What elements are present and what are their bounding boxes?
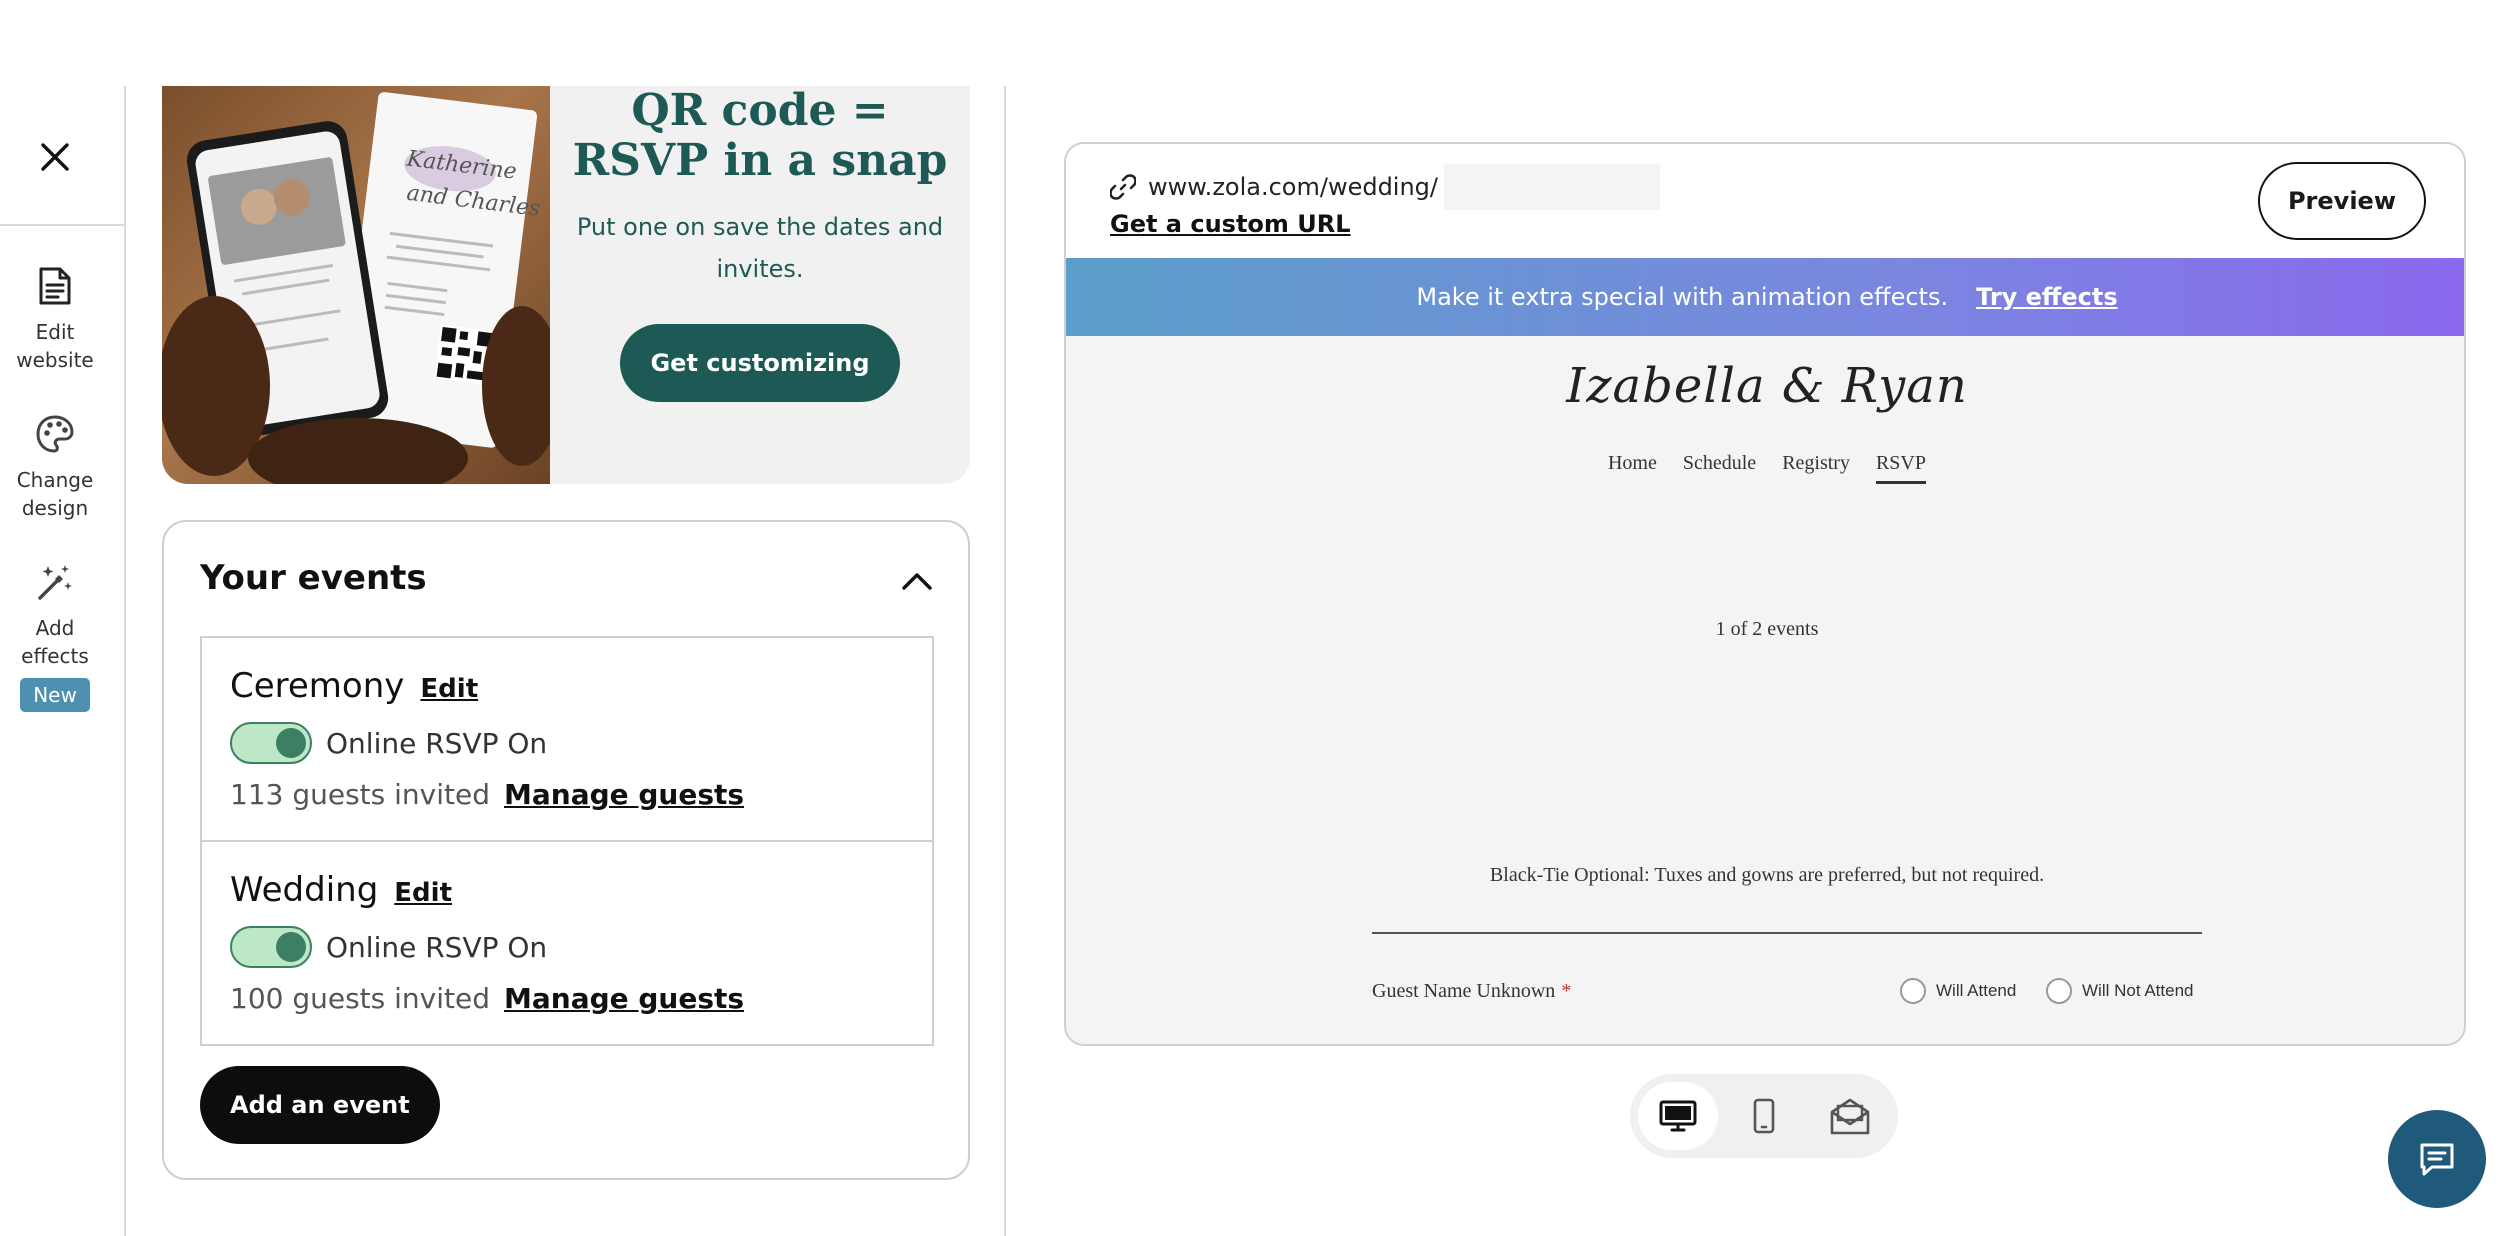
radio-label: Will Not Attend: [2082, 981, 2194, 1000]
dress-code: Black-Tie Optional: Tuxes and gowns are …: [1489, 864, 2045, 886]
nav-schedule[interactable]: Schedule: [1683, 452, 1756, 484]
event-name: Wedding: [230, 870, 379, 910]
try-effects-link[interactable]: Try effects: [1976, 283, 2118, 311]
radio-label: Will Attend: [1936, 981, 2017, 1000]
chat-icon: [2420, 1143, 2454, 1176]
event-count: 1 of 2 events: [1715, 618, 1819, 640]
promo-subtitle: Put one on save the dates and invites.: [576, 213, 944, 283]
events-title: Your events: [200, 558, 427, 598]
rsvp-toggle[interactable]: [230, 722, 312, 764]
effects-banner: Make it extra special with animation eff…: [1066, 258, 2464, 336]
rail-item-label: Edit website: [16, 320, 94, 372]
envelope-icon: [1830, 1098, 1870, 1135]
manage-guests-link[interactable]: Manage guests: [504, 778, 744, 811]
guest-count: 100 guests invited: [230, 982, 490, 1015]
nav-registry[interactable]: Registry: [1782, 452, 1850, 484]
desktop-icon: [1659, 1100, 1697, 1132]
rsvp-status: Online RSVP On: [326, 726, 548, 760]
rail-item-edit-website[interactable]: Edit website: [0, 264, 110, 374]
rail-item-change-design[interactable]: Change design: [0, 412, 110, 522]
new-badge: New: [20, 678, 90, 712]
url-slug-field: [1444, 164, 1661, 210]
preview-button[interactable]: Preview: [2257, 162, 2426, 240]
email-view-button[interactable]: [1810, 1082, 1890, 1150]
guest-count: 113 guests invited: [230, 778, 490, 811]
edit-event-link[interactable]: Edit: [420, 674, 478, 704]
close-button[interactable]: [24, 126, 86, 188]
left-rail: Edit website Change design Add effects N…: [0, 0, 126, 1236]
nav-home[interactable]: Home: [1608, 452, 1657, 484]
effects-message: Make it extra special with animation eff…: [1416, 283, 1949, 311]
chat-button[interactable]: [2388, 1110, 2486, 1208]
palette-icon: [33, 412, 77, 456]
guest-name-text: Guest Name Unknown: [1372, 980, 1556, 1002]
couple-names: Izabella & Ryan: [1566, 358, 1968, 414]
editor-panel: Katherine and Charles QR code = RSVP in …: [128, 0, 1006, 1236]
qr-promo-card: Katherine and Charles QR code = RSVP in …: [162, 86, 970, 484]
rail-item-add-effects[interactable]: Add effects New: [0, 560, 110, 712]
event-item-wedding: Wedding Edit Online RSVP On 100 guests i…: [200, 840, 934, 1046]
link-icon: [1110, 174, 1136, 200]
will-not-attend-radio[interactable]: Will Not Attend: [2046, 978, 2194, 1004]
get-customizing-button[interactable]: Get customizing: [620, 324, 900, 402]
chevron-up-icon: [902, 573, 932, 590]
close-icon: [41, 143, 69, 171]
desktop-view-button[interactable]: [1638, 1082, 1718, 1150]
radio-circle: [1900, 978, 1926, 1004]
site-url: www.zola.com/wedding/: [1148, 173, 1439, 201]
website-preview: www.zola.com/wedding/ Get a custom URL P…: [1064, 142, 2466, 1046]
guest-name-label: Guest Name Unknown *: [1372, 980, 1571, 1003]
top-strip: [0, 0, 2500, 86]
url-bar: www.zola.com/wedding/ Get a custom URL P…: [1066, 144, 2464, 258]
collapse-button[interactable]: [894, 558, 940, 604]
add-event-button[interactable]: Add an event: [200, 1066, 440, 1144]
promo-content: QR code = RSVP in a snap Put one on save…: [550, 86, 970, 484]
manage-guests-link[interactable]: Manage guests: [504, 982, 744, 1015]
device-switcher: [1630, 1074, 1898, 1158]
mobile-icon: [1753, 1098, 1775, 1134]
custom-url-link[interactable]: Get a custom URL: [1110, 210, 1351, 238]
rail-item-label: Change design: [16, 468, 94, 520]
document-icon: [33, 264, 77, 308]
rail-divider: [0, 224, 126, 226]
edit-event-link[interactable]: Edit: [394, 878, 452, 908]
event-name: Ceremony: [230, 666, 405, 706]
required-mark: *: [1561, 980, 1572, 1002]
radio-circle: [2046, 978, 2072, 1004]
will-attend-radio[interactable]: Will Attend: [1900, 978, 2016, 1004]
rail-item-label: Add effects: [21, 616, 89, 668]
rsvp-status: Online RSVP On: [326, 930, 548, 964]
magic-wand-icon: [33, 560, 77, 604]
mobile-view-button[interactable]: [1724, 1082, 1804, 1150]
event-item-ceremony: Ceremony Edit Online RSVP On 113 guests …: [200, 636, 934, 842]
nav-rsvp[interactable]: RSVP: [1875, 452, 1926, 484]
events-card: Your events Ceremony Edit Online RSVP On…: [162, 520, 970, 1180]
site-nav: Home Schedule Registry RSVP: [1066, 452, 2464, 484]
rsvp-toggle[interactable]: [230, 926, 312, 968]
form-divider: [1372, 932, 2202, 934]
promo-image: Katherine and Charles: [162, 86, 550, 484]
promo-title: QR code = RSVP in a snap: [572, 86, 948, 186]
